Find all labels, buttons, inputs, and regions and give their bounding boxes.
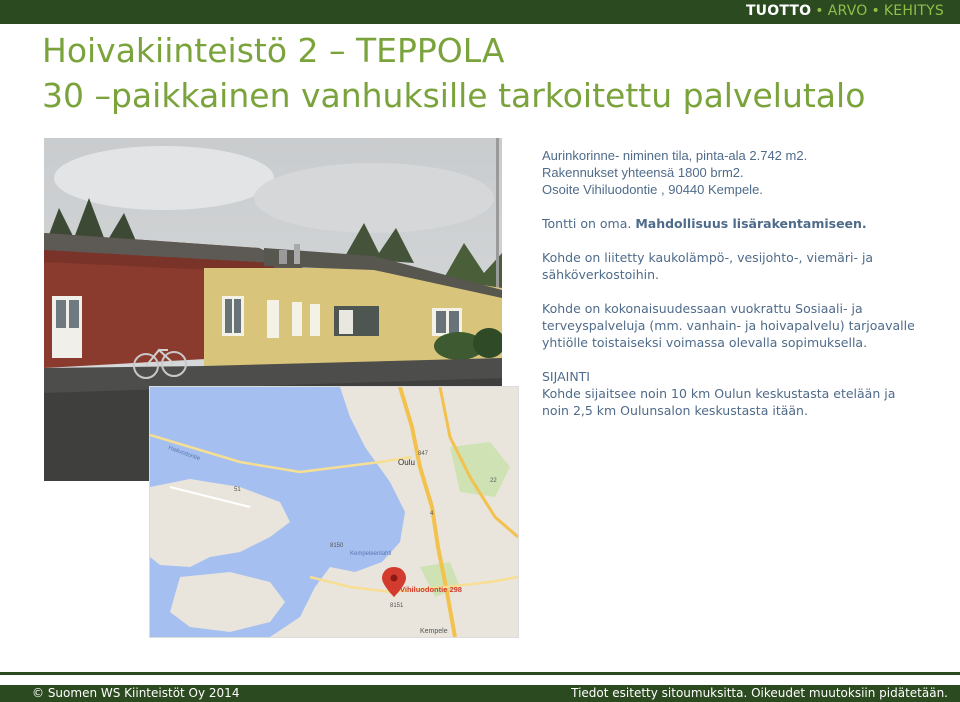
detail-connections: Kohde on liitetty kaukolämpö-, vesijohto… xyxy=(542,250,874,282)
tag-kehitys: KEHITYS xyxy=(883,3,944,19)
copyright: © Suomen WS Kiinteistöt Oy 2014 xyxy=(32,686,240,700)
detail-buildings: Rakennukset yhteensä 1800 brm2. xyxy=(542,165,744,180)
title-line-1: Hoivakiinteistö 2 – TEPPOLA xyxy=(42,31,505,70)
plot-prefix: Tontti on oma. xyxy=(542,216,632,231)
road-label: 847 xyxy=(418,451,429,457)
tag-arvo: ARVO xyxy=(827,3,868,19)
page-title: Hoivakiinteistö 2 – TEPPOLA 30 –paikkain… xyxy=(42,28,922,118)
location-heading: SIJAINTI xyxy=(542,369,590,384)
title-line-2: 30 –paikkainen vanhuksille tarkoitettu p… xyxy=(42,76,866,115)
header-tags: TUOTTO • ARVO • KEHITYS xyxy=(746,3,944,19)
detail-plot: Tontti on oma. Mahdollisuus lisärakentam… xyxy=(542,215,922,232)
road-label: 8151 xyxy=(390,603,404,609)
tag-tuotto: TUOTTO xyxy=(745,3,812,19)
plot-highlight: Mahdollisuus lisärakentamiseen. xyxy=(635,216,867,231)
detail-lease: Kohde on kokonaisuudessaan vuokrattu Sos… xyxy=(542,301,915,350)
map-marker-label: Vihiluodontie 298 xyxy=(400,585,462,594)
property-description: Aurinkorinne- niminen tila, pinta-ala 2.… xyxy=(542,147,922,419)
detail-address: Osoite Vihiluodontie , 90440 Kempele. xyxy=(542,182,763,197)
top-bar: TUOTTO • ARVO • KEHITYS xyxy=(0,0,960,24)
road-label: 8150 xyxy=(330,543,344,549)
location-map: Vihiluodontie 298 Oulu Kempele Kempeleen… xyxy=(149,386,519,638)
tag-separator: • xyxy=(815,3,824,19)
tag-separator: • xyxy=(871,3,880,19)
map-label-kempeleenlahti: Kempeleenlahti xyxy=(350,551,391,557)
map-label-kempele: Kempele xyxy=(420,628,448,635)
footer-divider xyxy=(0,672,960,675)
disclaimer: Tiedot esitetty sitoumuksitta. Oikeudet … xyxy=(571,686,948,700)
road-label: 51 xyxy=(234,487,241,493)
footer-bar: © Suomen WS Kiinteistöt Oy 2014 Tiedot e… xyxy=(0,685,960,702)
road-label: 22 xyxy=(490,478,497,484)
detail-area: Aurinkorinne- niminen tila, pinta-ala 2.… xyxy=(542,148,808,163)
map-label-oulu: Oulu xyxy=(398,458,415,467)
location-text: Kohde sijaitsee noin 10 km Oulun keskust… xyxy=(542,386,896,418)
